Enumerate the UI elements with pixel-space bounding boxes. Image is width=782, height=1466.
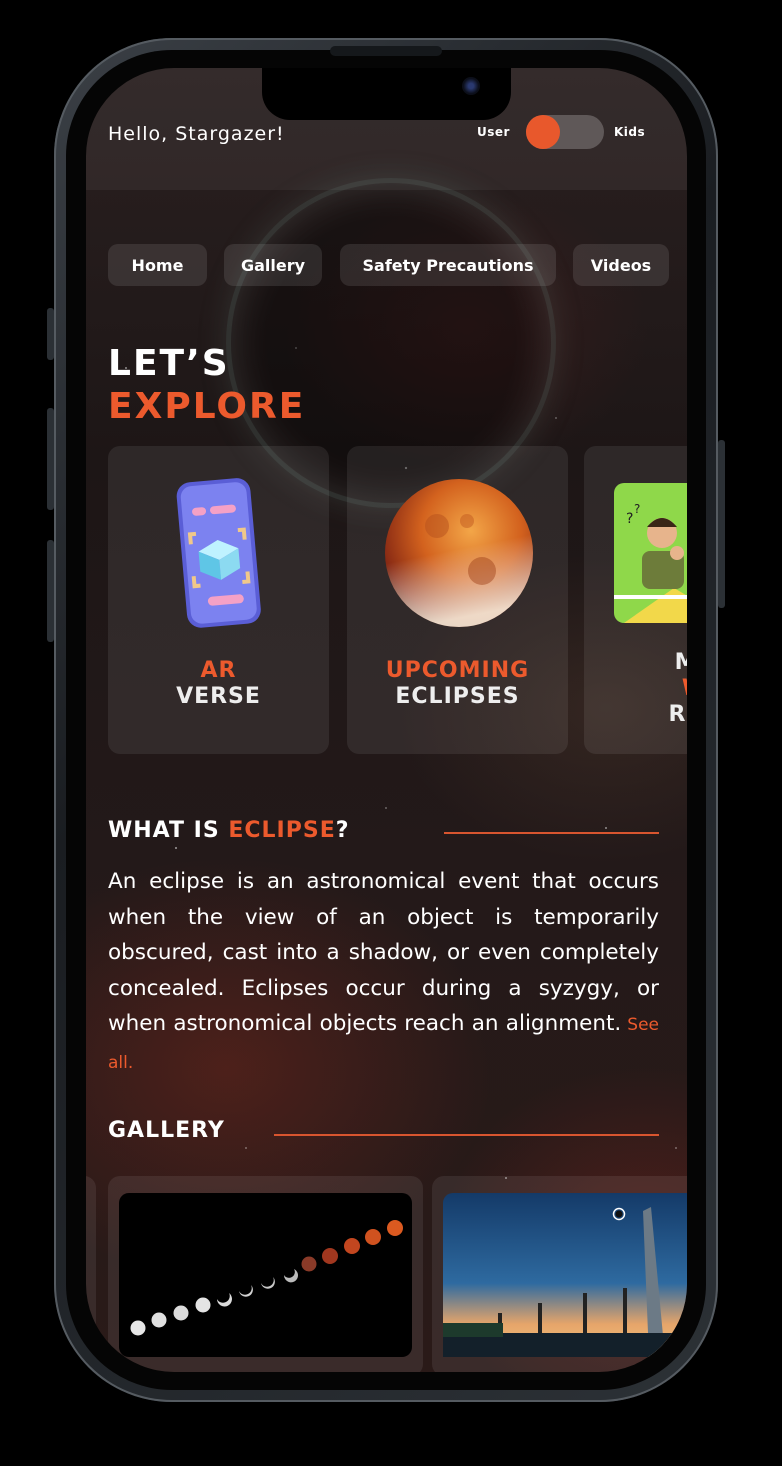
volume-down-button [47, 540, 54, 642]
gallery-divider [274, 1134, 659, 1136]
card-upcoming-eclipses-label1: UPCOMING [385, 658, 530, 683]
blood-moon-icon [385, 479, 533, 627]
card-ar-verse[interactable]: AR VERSE [108, 446, 329, 754]
svg-text:?: ? [626, 511, 633, 527]
what-is-heading-suffix: ? [335, 818, 350, 843]
mode-label-kids: Kids [614, 125, 646, 139]
card-upcoming-eclipses[interactable]: UPCOMING ECLIPSES [347, 446, 568, 754]
card-myths-label2: W [584, 676, 687, 701]
solar-eclipse-stadium-image [443, 1193, 687, 1357]
card-ar-verse-label2: VERSE [176, 684, 261, 709]
gallery-card-partial-left[interactable] [86, 1176, 96, 1372]
eclipse-description-text: An eclipse is an astronomical event that… [108, 869, 659, 1036]
nav-home[interactable]: Home [108, 244, 207, 286]
what-is-heading-prefix: WHAT IS [108, 818, 229, 843]
mute-switch [47, 308, 54, 360]
what-is-eclipse-divider [444, 832, 659, 834]
card-upcoming-eclipses-label2: ECLIPSES [395, 684, 520, 709]
explore-heading-line2: EXPLORE [108, 386, 306, 427]
thinking-boy-icon: ? ? [614, 483, 687, 623]
eclipse-description: An eclipse is an astronomical event that… [108, 864, 659, 1081]
gallery-heading: GALLERY [108, 1118, 225, 1143]
mode-label-user: User [477, 125, 510, 139]
svg-text:?: ? [634, 502, 640, 516]
what-is-heading-accent: ECLIPSE [228, 818, 336, 843]
user-kids-toggle[interactable] [526, 115, 604, 149]
nav-gallery[interactable]: Gallery [224, 244, 322, 286]
lunar-eclipse-sequence-image [119, 1193, 412, 1357]
card-ar-verse-label1: AR [200, 658, 237, 683]
ar-phone-icon [176, 478, 261, 628]
nav-videos[interactable]: Videos [573, 244, 669, 286]
what-is-eclipse-heading: WHAT IS ECLIPSE? [108, 818, 350, 843]
earpiece-speaker [330, 46, 442, 56]
card-myths-vs-reality[interactable]: ? ? MY W REA [584, 446, 687, 754]
power-button [718, 440, 725, 608]
gallery-card-1[interactable] [108, 1176, 423, 1372]
nav-safety-precautions[interactable]: Safety Precautions [340, 244, 556, 286]
greeting-text: Hello, Stargazer! [108, 123, 285, 145]
gallery-card-2[interactable] [432, 1176, 687, 1372]
volume-up-button [47, 408, 54, 510]
camera-notch [262, 68, 511, 120]
explore-heading-line1: LET’S [108, 343, 230, 384]
card-myths-label3: REA [668, 702, 688, 727]
app-screen: Hello, Stargazer! User Kids Home Gallery… [86, 68, 687, 1372]
card-myths-label1: MY [674, 650, 687, 675]
toggle-knob [526, 115, 560, 149]
camera-icon [462, 77, 480, 95]
